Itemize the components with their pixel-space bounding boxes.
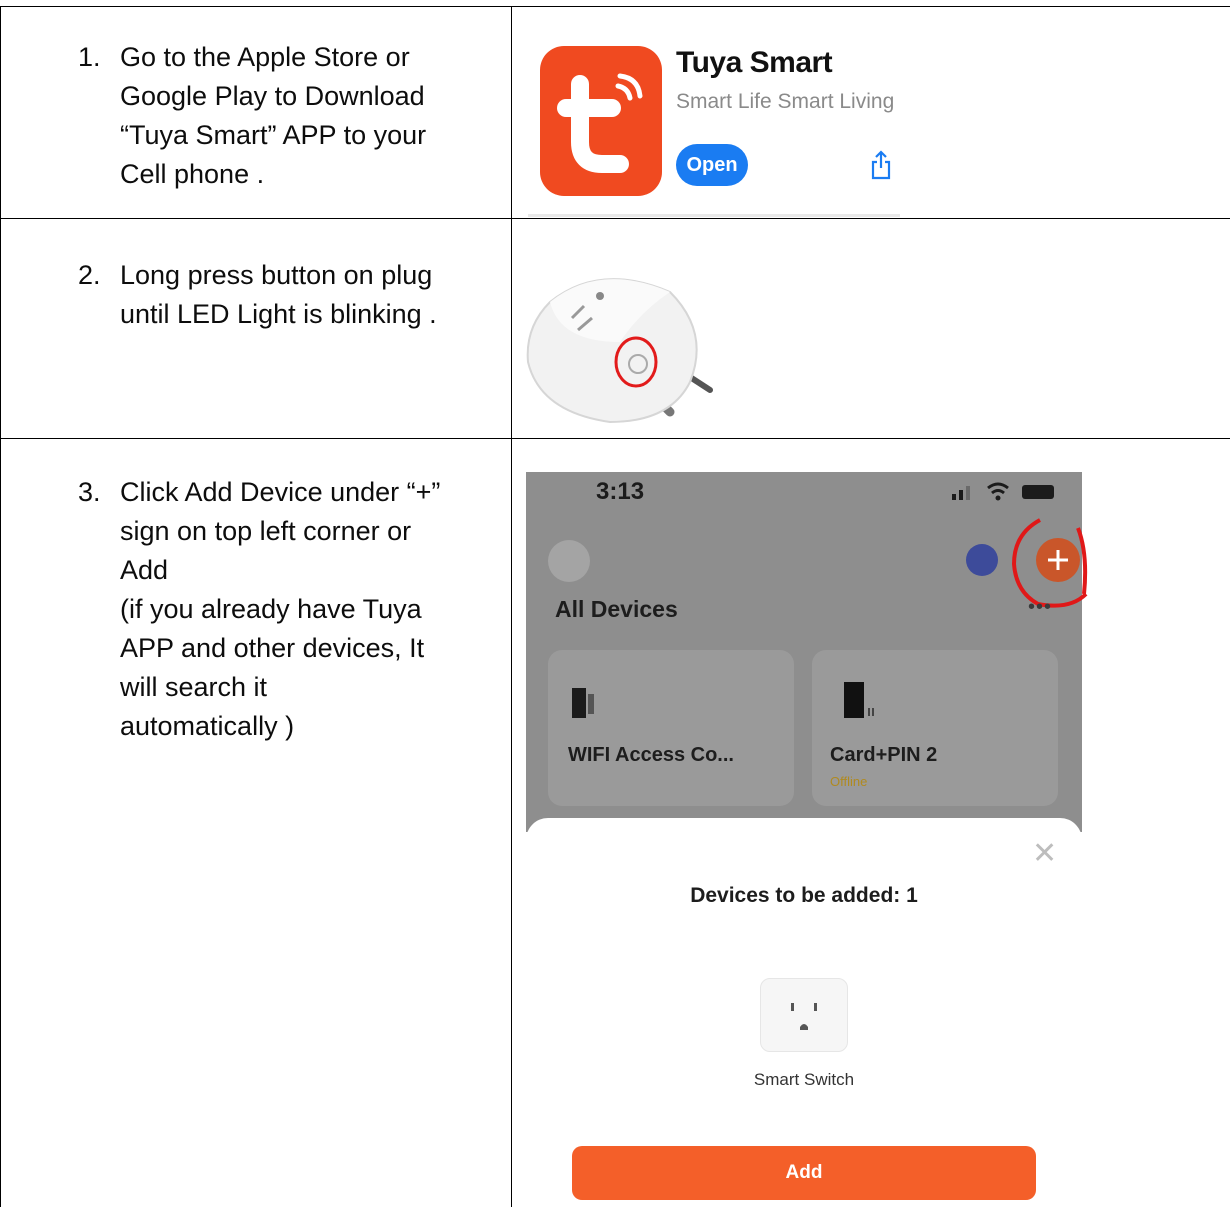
status-time: 3:13 <box>596 478 645 505</box>
app-name: Tuya Smart <box>676 46 833 79</box>
outlet-icon[interactable] <box>760 978 848 1052</box>
app-subtitle: Smart Life Smart Living <box>676 90 895 113</box>
devices-to-add-title: Devices to be added: 1 <box>690 884 918 907</box>
table-row-divider-1 <box>0 218 1230 219</box>
step-3-text: Click Add Device under “+” sign on top l… <box>120 477 441 741</box>
more-options-icon[interactable]: ••• <box>1028 596 1052 619</box>
device-card-wifi[interactable]: WIFI Access Co... <box>548 650 794 806</box>
close-icon[interactable]: ✕ <box>1032 836 1057 871</box>
table-border-left <box>0 6 1 1207</box>
share-icon[interactable] <box>870 150 892 185</box>
smart-plug-image <box>520 272 720 437</box>
device-status: Offline <box>830 774 868 789</box>
step-2-text: Long press button on plug until LED Ligh… <box>120 260 437 329</box>
step-1-text: Go to the Apple Store or Google Play to … <box>120 42 427 189</box>
device-name: WIFI Access Co... <box>568 744 734 766</box>
status-bar-icons <box>952 480 1062 507</box>
step-2-number: 2. <box>78 260 101 290</box>
table-border-top <box>0 6 1230 7</box>
table-row-divider-2 <box>0 438 1230 439</box>
assistant-icon[interactable] <box>966 544 998 576</box>
home-icon[interactable] <box>548 540 590 582</box>
device-name: Card+PIN 2 <box>830 744 938 766</box>
open-button[interactable]: Open <box>676 144 748 186</box>
table-column-divider <box>511 6 512 1207</box>
add-button[interactable]: Add <box>572 1146 1036 1200</box>
access-control-icon <box>572 688 594 718</box>
step-3-number: 3. <box>78 477 101 507</box>
device-name-smart-switch: Smart Switch <box>753 1070 855 1089</box>
tuya-app-icon <box>540 46 662 196</box>
step-1-number: 1. <box>78 42 101 72</box>
all-devices-title: All Devices <box>555 596 678 622</box>
keypad-device-icon <box>844 682 874 718</box>
